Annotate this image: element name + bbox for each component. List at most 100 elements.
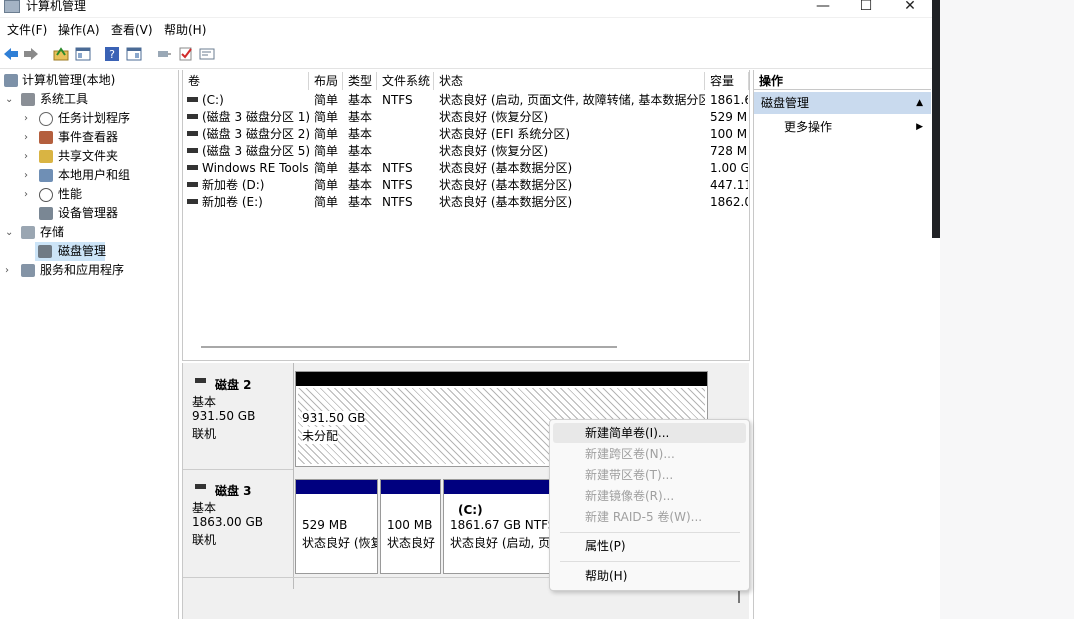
disk-3-label[interactable]: 磁盘 3 基本 1863.00 GB 联机 bbox=[183, 473, 293, 579]
check-icon[interactable] bbox=[178, 46, 194, 62]
actions-section-disk-management[interactable]: 磁盘管理 ▲ bbox=[754, 92, 931, 114]
primary-partition-bar bbox=[444, 480, 554, 494]
tree-item-root[interactable]: 计算机管理(本地) bbox=[0, 71, 176, 90]
volume-row[interactable]: 新加卷 (D:) 简单 基本 NTFS 状态良好 (基本数据分区) 447.11 bbox=[183, 177, 749, 194]
column-header-capacity[interactable]: 容量 bbox=[705, 72, 749, 90]
volume-type: 基本 bbox=[348, 110, 373, 124]
tree-item-system-tools[interactable]: ⌄ 系统工具 bbox=[0, 90, 176, 109]
tree-item-device-manager[interactable]: 设备管理器 bbox=[0, 204, 176, 223]
menu-separator bbox=[560, 532, 740, 533]
disk-icon bbox=[195, 378, 206, 383]
title-bar: 计算机管理 — ☐ ✕ bbox=[0, 0, 932, 18]
volume-size: 447.11 bbox=[710, 178, 748, 192]
more-actions-item[interactable]: 更多操作 ▶ bbox=[754, 117, 931, 137]
chevron-right-icon[interactable]: › bbox=[5, 261, 15, 280]
menu-new-simple-volume[interactable]: 新建简单卷(I)... bbox=[553, 423, 746, 443]
menu-action[interactable]: 操作(A) bbox=[58, 23, 100, 37]
computer-management-window: 计算机管理 — ☐ ✕ 文件(F) 操作(A) 查看(V) 帮助(H) ? 计算… bbox=[0, 0, 932, 619]
tree-item-services-apps[interactable]: › 服务和应用程序 bbox=[0, 261, 176, 280]
tree-item-task-scheduler[interactable]: › 任务计划程序 bbox=[0, 109, 176, 128]
column-header-volume[interactable]: 卷 bbox=[183, 72, 309, 90]
tree-item-disk-management[interactable]: 磁盘管理 bbox=[35, 242, 106, 261]
services-icon bbox=[21, 264, 35, 277]
chevron-down-icon[interactable]: ⌄ bbox=[5, 90, 15, 109]
submenu-arrow-icon: ▶ bbox=[916, 122, 923, 132]
volume-type: 基本 bbox=[348, 127, 373, 141]
vertical-scrollbar[interactable] bbox=[738, 589, 740, 603]
menu-bar: 文件(F) 操作(A) 查看(V) 帮助(H) bbox=[0, 20, 932, 40]
volume-type: 基本 bbox=[348, 144, 373, 158]
collapse-arrow-icon[interactable]: ▲ bbox=[916, 92, 923, 114]
menu-help[interactable]: 帮助(H) bbox=[164, 23, 206, 37]
close-button[interactable]: ✕ bbox=[887, 0, 932, 16]
volume-icon bbox=[187, 199, 198, 204]
volume-layout: 简单 bbox=[314, 144, 339, 158]
back-arrow-icon[interactable] bbox=[3, 46, 19, 62]
volume-type: 基本 bbox=[348, 195, 373, 209]
disk-2-label[interactable]: 磁盘 2 基本 931.50 GB 联机 bbox=[183, 363, 293, 470]
volume-icon bbox=[187, 182, 198, 187]
tree-item-performance[interactable]: › 性能 bbox=[0, 185, 176, 204]
column-header-type[interactable]: 类型 bbox=[343, 72, 377, 90]
device-manager-icon bbox=[39, 207, 53, 220]
column-header-status[interactable]: 状态 bbox=[434, 72, 705, 90]
volume-row[interactable]: Windows RE Tools 简单 基本 NTFS 状态良好 (基本数据分区) 1.0… bbox=[183, 160, 749, 177]
volume-icon bbox=[187, 131, 198, 136]
volume-row[interactable]: (磁盘 3 磁盘分区 5) 简单 基本 状态良好 (恢复分区) 728 MI bbox=[183, 143, 749, 160]
menu-new-striped-volume: 新建带区卷(T)... bbox=[585, 468, 674, 482]
disk-3-efi-partition[interactable]: 100 MB 状态良好 bbox=[380, 479, 441, 574]
column-header-filesystem[interactable]: 文件系统 bbox=[377, 72, 434, 90]
volume-status: 状态良好 (基本数据分区) bbox=[439, 195, 573, 209]
menu-help-item[interactable]: 帮助(H) bbox=[550, 566, 749, 586]
menu-file[interactable]: 文件(F) bbox=[7, 23, 47, 37]
volume-size: 1862.0 bbox=[710, 195, 748, 209]
volume-size: 728 MI bbox=[710, 144, 748, 158]
volume-size: 1861.6 bbox=[710, 93, 748, 107]
volume-type: 基本 bbox=[348, 93, 373, 107]
connect-icon[interactable] bbox=[156, 46, 172, 62]
menu-new-mirrored-volume: 新建镜像卷(R)... bbox=[585, 489, 675, 503]
volume-fs: NTFS bbox=[382, 178, 413, 192]
tree-item-storage[interactable]: ⌄ 存储 bbox=[0, 223, 176, 242]
chevron-right-icon[interactable]: › bbox=[24, 147, 34, 166]
menu-properties[interactable]: 属性(P) bbox=[550, 536, 749, 556]
menu-view[interactable]: 查看(V) bbox=[111, 23, 153, 37]
show-hide-tree-icon[interactable] bbox=[75, 46, 91, 62]
volume-row[interactable]: (磁盘 3 磁盘分区 1) 简单 基本 状态良好 (恢复分区) 529 MI bbox=[183, 109, 749, 126]
column-header-layout[interactable]: 布局 bbox=[309, 72, 343, 90]
volume-name: 新加卷 (D:) bbox=[202, 178, 265, 192]
svg-text:?: ? bbox=[109, 48, 115, 61]
chevron-right-icon[interactable]: › bbox=[24, 166, 34, 185]
properties-icon[interactable] bbox=[199, 46, 215, 62]
help-icon[interactable]: ? bbox=[104, 46, 120, 62]
menu-separator bbox=[560, 561, 740, 562]
volume-row[interactable]: 新加卷 (E:) 简单 基本 NTFS 状态良好 (基本数据分区) 1862.0 bbox=[183, 194, 749, 211]
disk-3-recovery-partition[interactable]: 529 MB 状态良好 (恢复 bbox=[295, 479, 378, 574]
volume-row[interactable]: (C:) 简单 基本 NTFS 状态良好 (启动, 页面文件, 故障转储, 基本数据分区… bbox=[183, 92, 749, 109]
disk-3-c-partition[interactable]: (C:) 1861.67 GB NTFS 状态良好 (启动, 页面 bbox=[443, 479, 555, 574]
volume-layout: 简单 bbox=[314, 161, 339, 175]
volume-status: 状态良好 (启动, 页面文件, 故障转储, 基本数据分区) bbox=[439, 93, 705, 107]
volume-row[interactable]: (磁盘 3 磁盘分区 2) 简单 基本 状态良好 (EFI 系统分区) 100 MI bbox=[183, 126, 749, 143]
volume-name: (磁盘 3 磁盘分区 2) bbox=[202, 127, 309, 141]
tree-item-event-viewer[interactable]: › 事件查看器 bbox=[0, 128, 176, 147]
volume-icon bbox=[187, 97, 198, 102]
chevron-right-icon[interactable]: › bbox=[24, 128, 34, 147]
volume-layout: 简单 bbox=[314, 127, 339, 141]
show-hide-action-pane-icon[interactable] bbox=[126, 46, 142, 62]
chevron-right-icon[interactable]: › bbox=[24, 185, 34, 204]
minimize-button[interactable]: — bbox=[800, 0, 846, 16]
volume-status: 状态良好 (基本数据分区) bbox=[439, 161, 573, 175]
tree-item-local-users[interactable]: › 本地用户和组 bbox=[0, 166, 176, 185]
chevron-down-icon[interactable]: ⌄ bbox=[5, 223, 15, 242]
actions-header: 操作 bbox=[754, 72, 931, 90]
maximize-button[interactable]: ☐ bbox=[843, 0, 889, 16]
horizontal-scrollbar[interactable] bbox=[201, 346, 617, 348]
forward-arrow-icon[interactable] bbox=[23, 46, 39, 62]
volume-type: 基本 bbox=[348, 161, 373, 175]
event-viewer-icon bbox=[39, 131, 53, 144]
navigation-tree: 计算机管理(本地) ⌄ 系统工具 › 任务计划程序 › 事件查看器 › 共享文件… bbox=[0, 70, 179, 619]
chevron-right-icon[interactable]: › bbox=[24, 109, 34, 128]
up-folder-icon[interactable] bbox=[53, 46, 69, 62]
tree-item-shared-folders[interactable]: › 共享文件夹 bbox=[0, 147, 176, 166]
